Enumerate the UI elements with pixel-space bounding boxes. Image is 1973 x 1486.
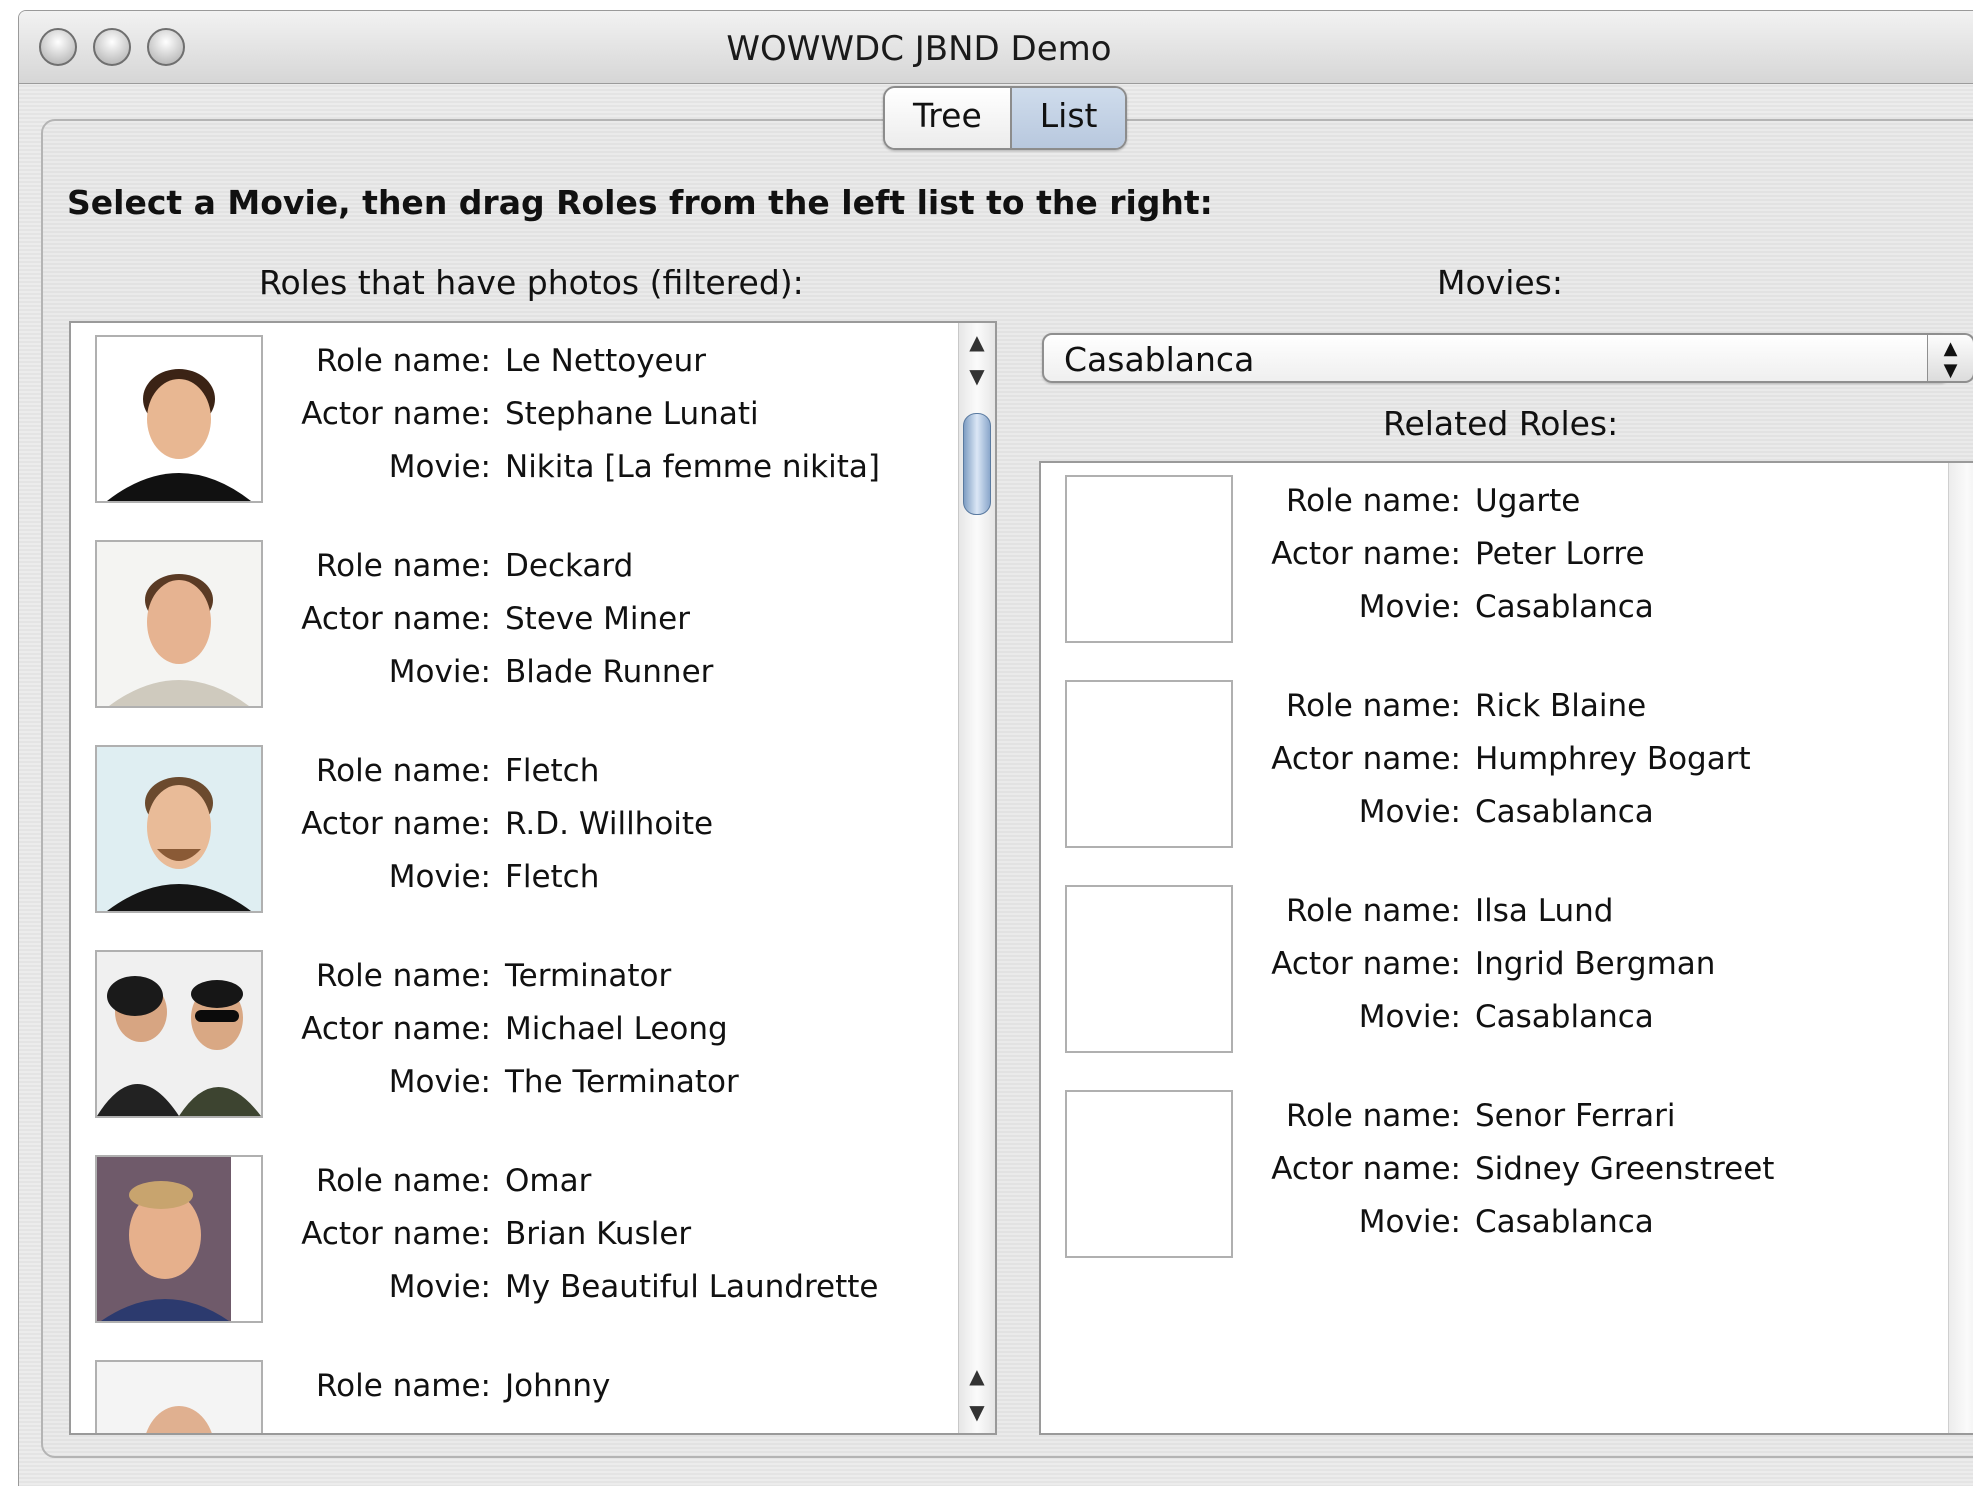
list-item[interactable]: Role name: Le Nettoyeur Actor name: Stepha… <box>71 323 995 528</box>
role-name-label: Role name: <box>1285 1098 1461 1134</box>
actor-photo <box>95 745 263 913</box>
actor-name-value: Michael Leong <box>505 1011 728 1047</box>
actor-name-value: Humphrey Bogart <box>1475 741 1751 777</box>
list-item[interactable]: Role name: Johnny <box>71 1348 995 1433</box>
actor-name-value: Steve Miner <box>505 601 691 637</box>
role-name-label: Role name: <box>315 753 491 789</box>
role-name-value: Johnny <box>505 1368 611 1404</box>
role-name-value: Ugarte <box>1475 483 1581 519</box>
title-bar: WOWWDC JBND Demo <box>19 11 1973 84</box>
movie-label: Movie: <box>388 859 491 895</box>
list-item[interactable]: Role name: Fletch Actor name: R.D. Willhoi… <box>71 733 995 938</box>
movie-label: Movie: <box>388 1064 491 1100</box>
actor-photo <box>95 540 263 708</box>
movies-popup[interactable]: Casablanca <box>1042 333 1950 383</box>
movie-label: Movie: <box>388 654 491 690</box>
actor-name-label: Actor name: <box>1271 536 1461 572</box>
actor-name-label: Actor name: <box>301 806 491 842</box>
role-name-value: Le Nettoyeur <box>505 343 707 379</box>
movie-value: My Beautiful Laundrette <box>505 1269 879 1305</box>
updown-arrows-icon[interactable]: ▲ ▼ <box>1927 333 1973 383</box>
actor-name-value: Sidney Greenstreet <box>1475 1151 1775 1187</box>
role-name-label: Role name: <box>315 343 491 379</box>
list-item[interactable]: Role name: Ugarte Actor name: Peter Lorre … <box>1041 463 1973 668</box>
scroll-down-arrow-icon[interactable]: ▼ <box>959 357 995 395</box>
actor-name-label: Actor name: <box>301 1216 491 1252</box>
actor-photo <box>95 1360 263 1433</box>
tab-control: Tree List <box>883 86 1128 150</box>
actor-name-label: Actor name: <box>1271 946 1461 982</box>
movie-value: Nikita [La femme nikita] <box>505 449 880 485</box>
actor-name-value: Peter Lorre <box>1475 536 1645 572</box>
actor-name-value: Brian Kusler <box>505 1216 692 1252</box>
scroll-thumb[interactable] <box>963 413 991 515</box>
actor-photo <box>95 335 263 503</box>
list-item[interactable]: Role name: Rick Blaine Actor name: Humphre… <box>1041 668 1973 873</box>
movie-label: Movie: <box>1358 794 1461 830</box>
related-roles-header: Related Roles: <box>1383 404 1619 443</box>
actor-photo <box>95 1155 263 1323</box>
movie-value: Casablanca <box>1475 589 1654 625</box>
empty-photo <box>1065 475 1233 643</box>
empty-photo <box>1065 885 1233 1053</box>
window-title: WOWWDC JBND Demo <box>726 29 1112 69</box>
actor-name-value: Stephane Lunati <box>505 396 759 432</box>
role-name-value: Senor Ferrari <box>1475 1098 1676 1134</box>
role-name-label: Role name: <box>315 1368 491 1404</box>
empty-photo <box>1065 1090 1233 1258</box>
movie-value: Blade Runner <box>505 654 714 690</box>
actor-name-label: Actor name: <box>301 396 491 432</box>
roles-with-photos-list[interactable]: Role name: Le Nettoyeur Actor name: Stepha… <box>69 321 997 1435</box>
role-name-label: Role name: <box>1285 893 1461 929</box>
related-roles-scrollbar[interactable] <box>1948 463 1973 1433</box>
role-name-value: Ilsa Lund <box>1475 893 1614 929</box>
left-list-scrollbar[interactable]: ▲ ▼ ▲ ▼ <box>958 323 995 1433</box>
movie-label: Movie: <box>1358 999 1461 1035</box>
role-name-label: Role name: <box>315 1163 491 1199</box>
movie-value: Fletch <box>505 859 600 895</box>
tab-tree[interactable]: Tree <box>885 88 1010 148</box>
movie-label: Movie: <box>1358 589 1461 625</box>
movie-value: Casablanca <box>1475 1204 1654 1240</box>
movie-label: Movie: <box>388 449 491 485</box>
actor-name-value: Ingrid Bergman <box>1475 946 1716 982</box>
role-name-label: Role name: <box>1285 688 1461 724</box>
list-item[interactable]: Role name: Deckard Actor name: Steve Miner… <box>71 528 995 733</box>
instruction-text: Select a Movie, then drag Roles from the… <box>67 183 1213 222</box>
movie-value: The Terminator <box>505 1064 739 1100</box>
movie-label: Movie: <box>1358 1204 1461 1240</box>
actor-photo <box>95 950 263 1118</box>
role-name-value: Rick Blaine <box>1475 688 1647 724</box>
role-name-value: Deckard <box>505 548 634 584</box>
tab-list[interactable]: List <box>1009 88 1126 148</box>
roles-with-photos-header: Roles that have photos (filtered): <box>259 263 804 302</box>
app-window: WOWWDC JBND Demo Tree List Select a Movi… <box>18 10 1973 1486</box>
list-item[interactable]: Role name: Terminator Actor name: Michael … <box>71 938 995 1143</box>
list-item[interactable]: Role name: Ilsa Lund Actor name: Ingrid Be… <box>1041 873 1973 1078</box>
list-item[interactable]: Role name: Omar Actor name: Brian Kusler M… <box>71 1143 995 1348</box>
role-name-label: Role name: <box>315 958 491 994</box>
list-item[interactable]: Role name: Senor Ferrari Actor name: Sidne… <box>1041 1078 1973 1283</box>
movie-value: Casablanca <box>1475 999 1654 1035</box>
movie-label: Movie: <box>388 1269 491 1305</box>
actor-name-label: Actor name: <box>301 601 491 637</box>
scroll-up-arrow-icon[interactable]: ▲ <box>959 1357 995 1395</box>
actor-name-label: Actor name: <box>1271 1151 1461 1187</box>
role-name-value: Fletch <box>505 753 600 789</box>
role-name-value: Omar <box>505 1163 592 1199</box>
related-roles-list[interactable]: Role name: Ugarte Actor name: Peter Lorre … <box>1039 461 1973 1435</box>
movie-value: Casablanca <box>1475 794 1654 830</box>
role-name-label: Role name: <box>315 548 491 584</box>
actor-name-label: Actor name: <box>1271 741 1461 777</box>
movies-header: Movies: <box>1437 263 1563 302</box>
actor-name-value: R.D. Willhoite <box>505 806 714 842</box>
empty-photo <box>1065 680 1233 848</box>
role-name-value: Terminator <box>505 958 672 994</box>
scroll-up-arrow-icon[interactable]: ▲ <box>959 323 995 361</box>
scroll-down-arrow-icon[interactable]: ▼ <box>959 1393 995 1431</box>
actor-name-label: Actor name: <box>301 1011 491 1047</box>
role-name-label: Role name: <box>1285 483 1461 519</box>
